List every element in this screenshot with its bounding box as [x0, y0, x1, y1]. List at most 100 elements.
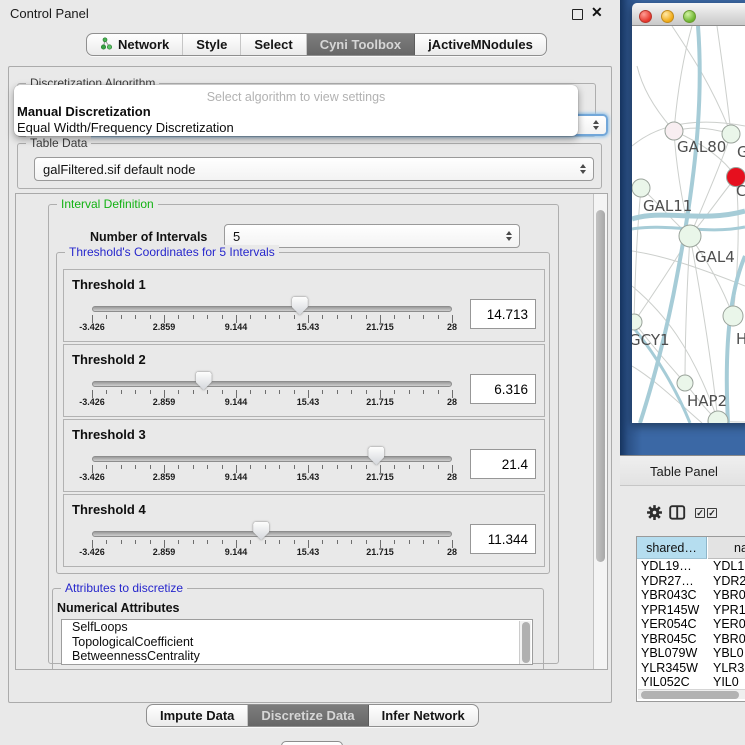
slider-tick — [351, 390, 352, 394]
column-header-shared-name[interactable]: shared… — [637, 537, 707, 559]
slider-tick-label: 2.859 — [153, 397, 176, 407]
tab-cyni-toolbox[interactable]: Cyni Toolbox — [307, 34, 415, 55]
network-node[interactable] — [679, 225, 701, 247]
float-window-icon[interactable] — [572, 9, 583, 20]
slider-tick — [409, 390, 410, 394]
slider-thumb[interactable] — [292, 297, 308, 315]
table-row[interactable]: YLR345WYLR3 — [637, 661, 745, 676]
slider-tick-label: 15.43 — [297, 547, 320, 557]
popup-item-equal-width[interactable]: Equal Width/Frequency Discretization — [14, 120, 578, 136]
attribute-list-item[interactable]: TopologicalCoefficient — [62, 635, 532, 650]
slider-tick — [265, 540, 266, 544]
tab-select[interactable]: Select — [241, 34, 306, 55]
table-row[interactable]: YBR045CYBR0 — [637, 632, 745, 647]
close-icon[interactable]: ✕ — [591, 4, 603, 21]
slider-track[interactable] — [92, 456, 452, 462]
scrollbar-thumb[interactable] — [641, 691, 739, 699]
slider-tick — [322, 465, 323, 469]
table-cell: YBL0 — [713, 646, 744, 661]
slider-tick — [423, 390, 424, 394]
slider-tick-label: 21.715 — [366, 472, 394, 482]
num-intervals-label: Number of Intervals — [90, 230, 207, 244]
slider-tick-label: -3.426 — [79, 322, 105, 332]
tab-network[interactable]: Network — [87, 34, 183, 55]
tab-impute-data[interactable]: Impute Data — [147, 705, 248, 726]
slider-tick-label: 28 — [447, 472, 457, 482]
threshold-value-field[interactable]: 21.4 — [470, 449, 536, 479]
slider-tick — [423, 465, 424, 469]
slider-tick — [394, 465, 395, 469]
slider-track[interactable] — [92, 306, 452, 312]
network-node[interactable] — [723, 306, 743, 326]
tab-label: Impute Data — [160, 708, 234, 723]
slider-tick — [438, 390, 439, 394]
network-canvas[interactable]: GAL80GACYGAL11GAL4GCY1HHAP2 — [632, 26, 745, 423]
slider-tick-label: 2.859 — [153, 472, 176, 482]
close-traffic-light[interactable] — [639, 10, 652, 23]
table-row[interactable]: YER054CYER0 — [637, 617, 745, 632]
zoom-traffic-light[interactable] — [683, 10, 696, 23]
table-row[interactable]: YIL052CYIL0 — [637, 675, 745, 689]
threshold-value-field[interactable]: 14.713 — [470, 299, 536, 329]
slider-thumb[interactable] — [368, 447, 384, 465]
scrollbar-thumb[interactable] — [596, 210, 605, 562]
network-window-titlebar[interactable] — [632, 3, 745, 26]
threshold-value-field[interactable]: 6.316 — [470, 374, 536, 404]
slider-tick — [135, 465, 136, 469]
slider-tick — [106, 465, 107, 469]
table-row[interactable]: YBL079W YBL0 — [637, 646, 745, 661]
slider-thumb[interactable] — [253, 522, 269, 540]
group-title: Threshold's Coordinates for 5 Intervals — [65, 245, 279, 259]
slider-tick-label: 21.715 — [366, 397, 394, 407]
attribute-list-item[interactable]: BetweennessCentrality — [62, 649, 532, 664]
table-cell: YDR2 — [713, 574, 745, 589]
gear-icon[interactable] — [646, 504, 663, 526]
threshold-panel: Threshold 1-3.4262.8599.14415.4321.71528… — [63, 269, 545, 342]
table-row[interactable]: YPR145WYPR1 — [637, 603, 745, 618]
network-node-label: GAL4 — [695, 248, 735, 266]
slider-tick — [279, 390, 280, 394]
tab-style[interactable]: Style — [183, 34, 241, 55]
checkbox-icon[interactable]: ✓ — [707, 508, 717, 518]
slider-tick — [265, 465, 266, 469]
table-row[interactable]: YDL19…YDL1 — [637, 559, 745, 574]
column-header-name[interactable]: na — [708, 537, 745, 559]
table-cell: YLR345W — [641, 661, 698, 676]
threshold-value-field[interactable]: 11.344 — [470, 524, 536, 554]
attribute-list-item[interactable]: SelfLoops — [62, 620, 532, 635]
table-cell: YER0 — [713, 617, 745, 632]
table-cell: YBL079W — [641, 646, 697, 661]
popup-item-manual-discretization[interactable]: Manual Discretization — [14, 104, 578, 120]
tab-jactivemnodules[interactable]: jActiveMNodules — [415, 34, 546, 55]
slider-tick — [222, 465, 223, 469]
table-cell: YBR0 — [713, 588, 745, 603]
slider-tick — [394, 315, 395, 319]
numerical-attributes-list[interactable]: SelfLoopsTopologicalCoefficientBetweenne… — [61, 619, 533, 665]
slider-track[interactable] — [92, 381, 452, 387]
list-scrollbar[interactable] — [519, 621, 531, 665]
table-row[interactable]: YDR27…YDR2 — [637, 574, 745, 589]
network-node[interactable] — [632, 314, 642, 330]
table-panel: Table Panel ✓ ✓ — [620, 455, 745, 745]
minimize-traffic-light[interactable] — [661, 10, 674, 23]
combo-arrows-icon — [593, 120, 599, 130]
tab-infer-network[interactable]: Infer Network — [369, 705, 478, 726]
top-tabbar: Network Style Select Cyni Toolbox jActiv… — [86, 33, 547, 56]
panel-scrollbar[interactable] — [593, 194, 607, 669]
network-node[interactable] — [677, 375, 693, 391]
slider-tick — [423, 315, 424, 319]
table-row[interactable]: YBR043CYBR0 — [637, 588, 745, 603]
network-node[interactable] — [632, 179, 650, 197]
columns-icon[interactable] — [669, 505, 686, 525]
scrollbar-thumb[interactable] — [522, 622, 530, 663]
slider-thumb[interactable] — [196, 372, 212, 390]
slider-track[interactable] — [92, 531, 452, 537]
table-horizontal-scrollbar[interactable] — [638, 689, 745, 699]
slider-tick — [337, 540, 338, 544]
table-data-combobox[interactable]: galFiltered.sif default node — [34, 157, 594, 181]
tab-discretize-data[interactable]: Discretize Data — [248, 705, 368, 726]
apply-button[interactable]: Apply — [281, 741, 343, 745]
checkbox-icon[interactable]: ✓ — [695, 508, 705, 518]
network-node[interactable] — [708, 411, 728, 423]
table-cell: YPR1 — [713, 603, 745, 618]
